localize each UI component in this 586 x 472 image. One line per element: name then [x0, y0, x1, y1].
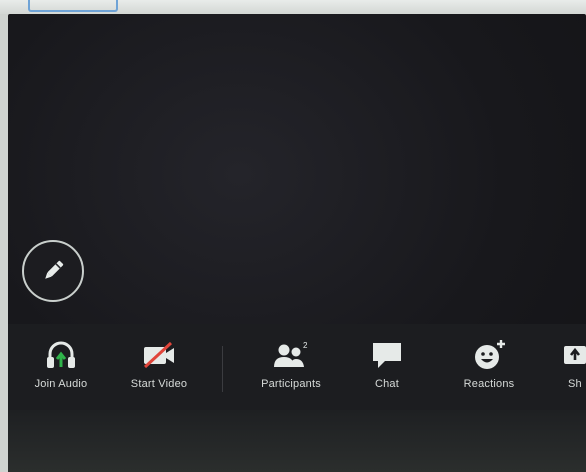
annotate-button[interactable]: [22, 240, 84, 302]
share-label: Sh: [568, 378, 582, 390]
join-audio-label: Join Audio: [34, 378, 88, 390]
share-screen-button[interactable]: Sh: [546, 338, 586, 402]
start-video-button[interactable]: Start Video: [116, 338, 202, 402]
reactions-icon: [469, 338, 509, 372]
start-video-label: Start Video: [130, 378, 188, 390]
join-audio-button[interactable]: Join Audio: [18, 338, 104, 402]
participants-button[interactable]: 2 Participants: [248, 338, 334, 402]
participants-count-badge: 2: [303, 341, 308, 350]
headphones-icon: [41, 338, 81, 372]
meeting-window: Join Audio Start Video 2 Participants Ch…: [8, 14, 586, 472]
video-area: [8, 14, 586, 324]
bottom-area: [8, 410, 586, 472]
meeting-toolbar: Join Audio Start Video 2 Participants Ch…: [8, 324, 586, 410]
chat-icon: [367, 338, 407, 372]
share-icon: [546, 338, 586, 372]
window-top-strip: [0, 0, 586, 14]
reactions-button[interactable]: Reactions: [446, 338, 532, 402]
top-tab-edge: [28, 0, 118, 12]
participants-icon: 2: [271, 338, 311, 372]
video-off-icon: [139, 338, 179, 372]
toolbar-divider: [222, 346, 223, 392]
reactions-label: Reactions: [463, 378, 515, 390]
participants-label: Participants: [261, 378, 321, 390]
pencil-icon: [45, 260, 64, 279]
chat-label: Chat: [374, 378, 400, 390]
chat-button[interactable]: Chat: [344, 338, 430, 402]
